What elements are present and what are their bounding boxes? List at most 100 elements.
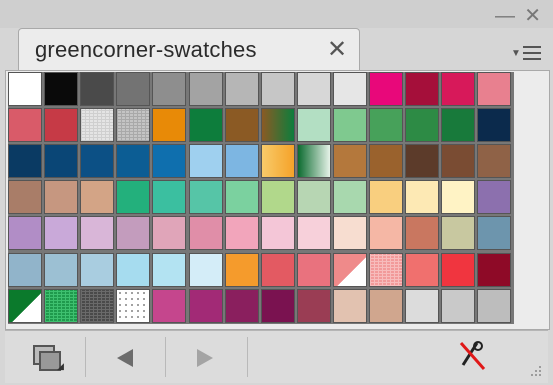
resize-grip-icon[interactable]	[528, 363, 542, 377]
tab-greencorner-swatches[interactable]: greencorner-swatches ✕	[18, 28, 360, 71]
swatch[interactable]	[152, 72, 187, 106]
swatch[interactable]	[188, 288, 223, 323]
swatch[interactable]	[477, 108, 512, 143]
swatch[interactable]	[296, 108, 331, 143]
previous-library-button[interactable]	[87, 337, 166, 377]
swatch[interactable]	[260, 288, 295, 323]
swatch[interactable]	[296, 288, 331, 323]
swatch[interactable]	[260, 216, 295, 251]
swatch[interactable]	[152, 288, 187, 323]
swatch[interactable]	[332, 252, 367, 287]
swatch[interactable]	[405, 108, 440, 143]
panel-title-bar[interactable]: — ✕	[0, 0, 553, 28]
swatch[interactable]	[296, 252, 331, 287]
swatch[interactable]	[188, 216, 223, 251]
swatch[interactable]	[224, 180, 259, 215]
swatch[interactable]	[260, 108, 295, 143]
swatch[interactable]	[44, 288, 79, 323]
swatch[interactable]	[369, 144, 403, 179]
swatch[interactable]	[369, 72, 403, 106]
swatch[interactable]	[332, 216, 367, 251]
swatch[interactable]	[188, 252, 223, 287]
swatch[interactable]	[80, 72, 115, 106]
swatch[interactable]	[477, 288, 512, 323]
swatch[interactable]	[8, 108, 42, 143]
swatch[interactable]	[224, 252, 259, 287]
swatch[interactable]	[80, 216, 115, 251]
swatch[interactable]	[441, 216, 476, 251]
swatch[interactable]	[260, 144, 295, 179]
swatch[interactable]	[260, 180, 295, 215]
swatch[interactable]	[80, 180, 115, 215]
swatch[interactable]	[296, 216, 331, 251]
swatch[interactable]	[477, 252, 512, 287]
swatch[interactable]	[296, 180, 331, 215]
swatch[interactable]	[116, 72, 151, 106]
swatch[interactable]	[188, 72, 223, 106]
swatch[interactable]	[80, 144, 115, 179]
swatch[interactable]	[369, 180, 403, 215]
swatch[interactable]	[80, 108, 115, 143]
swatch[interactable]	[224, 216, 259, 251]
swatch[interactable]	[369, 216, 403, 251]
swatch[interactable]	[477, 72, 512, 106]
swatch[interactable]	[116, 144, 151, 179]
swatch[interactable]	[332, 108, 367, 143]
swatch[interactable]	[152, 180, 187, 215]
minimize-icon[interactable]: —	[495, 6, 515, 26]
swatch[interactable]	[441, 180, 476, 215]
swatch[interactable]	[441, 288, 476, 323]
swatch[interactable]	[260, 252, 295, 287]
swatch[interactable]	[8, 180, 42, 215]
swatch[interactable]	[116, 252, 151, 287]
swatch[interactable]	[296, 72, 331, 106]
swatch[interactable]	[80, 252, 115, 287]
panel-menu-icon[interactable]: ▼	[509, 40, 545, 64]
swatch[interactable]	[477, 180, 512, 215]
swatch[interactable]	[8, 216, 42, 251]
close-window-icon[interactable]: ✕	[524, 6, 541, 26]
swatch[interactable]	[8, 252, 42, 287]
swatch[interactable]	[44, 72, 79, 106]
swatch[interactable]	[369, 252, 403, 287]
swatch[interactable]	[152, 216, 187, 251]
swatch[interactable]	[405, 180, 440, 215]
swatch[interactable]	[332, 72, 367, 106]
swatch[interactable]	[44, 216, 79, 251]
swatch[interactable]	[224, 72, 259, 106]
next-library-button[interactable]	[167, 337, 248, 377]
swatch[interactable]	[8, 144, 42, 179]
swatch[interactable]	[116, 108, 151, 143]
swatch[interactable]	[44, 144, 79, 179]
swatch[interactable]	[477, 144, 512, 179]
swatch[interactable]	[441, 144, 476, 179]
swatch[interactable]	[369, 288, 403, 323]
swatch[interactable]	[116, 288, 151, 323]
swatch[interactable]	[188, 144, 223, 179]
swatch[interactable]	[188, 108, 223, 143]
swatch[interactable]	[441, 72, 476, 106]
swatch[interactable]	[80, 288, 115, 323]
tab-close-icon[interactable]: ✕	[327, 35, 347, 64]
swatch[interactable]	[405, 72, 440, 106]
swatch[interactable]	[224, 108, 259, 143]
swatch[interactable]	[405, 216, 440, 251]
swatch[interactable]	[8, 288, 42, 323]
swatch[interactable]	[332, 180, 367, 215]
swatch[interactable]	[441, 108, 476, 143]
swatch-libraries-button[interactable]: ◢	[13, 337, 86, 377]
swatch[interactable]	[369, 108, 403, 143]
swatch[interactable]	[152, 252, 187, 287]
swatch[interactable]	[260, 72, 295, 106]
swatch[interactable]	[296, 144, 331, 179]
swatch[interactable]	[477, 216, 512, 251]
swatch[interactable]	[188, 180, 223, 215]
swatch[interactable]	[405, 288, 440, 323]
swatch[interactable]	[152, 144, 187, 179]
swatch[interactable]	[441, 252, 476, 287]
swatch[interactable]	[44, 108, 79, 143]
swatch[interactable]	[44, 252, 79, 287]
swatch[interactable]	[116, 180, 151, 215]
swatch[interactable]	[152, 108, 187, 143]
swatch[interactable]	[116, 216, 151, 251]
